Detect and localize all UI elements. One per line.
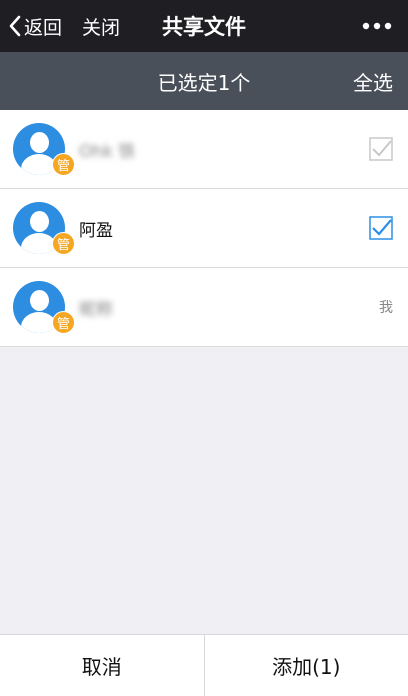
- select-all-button[interactable]: 全选: [353, 52, 393, 110]
- member-name: 昵称: [79, 268, 113, 346]
- avatar-head: [30, 290, 49, 311]
- member-list: 管 Ohk 铁 管 阿盈 管 昵称 我: [0, 110, 408, 347]
- member-name: Ohk 铁: [79, 110, 135, 188]
- add-button[interactable]: 添加(1): [205, 635, 408, 696]
- back-button[interactable]: 返回: [8, 0, 62, 52]
- member-row: 管 昵称 我: [0, 268, 408, 347]
- member-name: 阿盈: [79, 189, 113, 267]
- more-dots-icon: [362, 22, 392, 30]
- checkbox-unchecked[interactable]: [369, 137, 393, 161]
- selection-bar: 已选定1个 全选: [0, 52, 408, 110]
- chevron-left-icon: [8, 15, 22, 37]
- member-row[interactable]: 管 阿盈: [0, 189, 408, 268]
- close-button[interactable]: 关闭: [82, 0, 120, 52]
- self-label: 我: [379, 268, 393, 346]
- admin-badge: 管: [52, 153, 75, 176]
- member-row[interactable]: 管 Ohk 铁: [0, 110, 408, 189]
- back-label: 返回: [24, 13, 62, 40]
- checkbox-icon: [369, 137, 393, 161]
- admin-badge: 管: [52, 311, 75, 334]
- selected-count: 已选定1个: [0, 52, 408, 110]
- footer-bar: 取消 添加(1): [0, 634, 408, 696]
- navigation-bar: 返回 关闭 共享文件: [0, 0, 408, 52]
- admin-badge: 管: [52, 232, 75, 255]
- avatar-head: [30, 132, 49, 153]
- checkbox-checked[interactable]: [369, 216, 393, 240]
- more-button[interactable]: [362, 0, 392, 52]
- cancel-button[interactable]: 取消: [0, 635, 204, 696]
- avatar-head: [30, 211, 49, 232]
- checkmark-icon: [369, 216, 393, 240]
